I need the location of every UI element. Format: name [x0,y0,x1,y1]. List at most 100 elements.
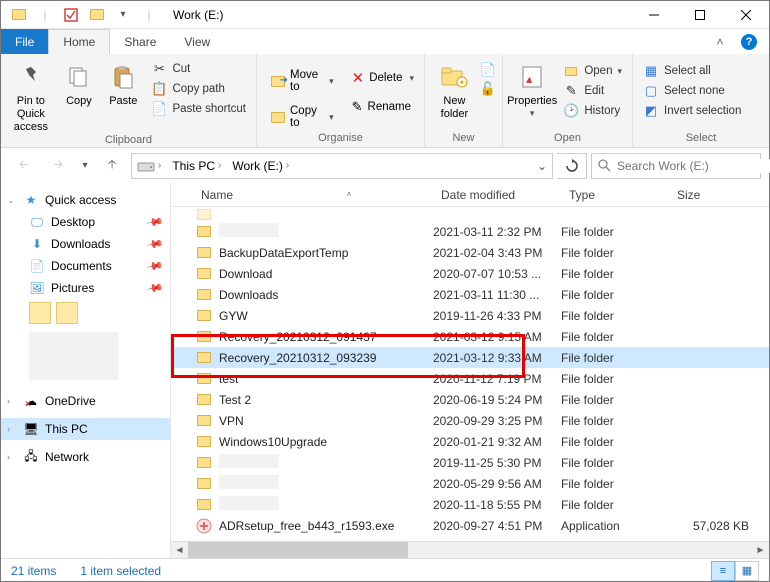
folder-icon [195,371,213,387]
help-button[interactable]: ? [729,29,769,54]
pinned-folder-icon[interactable] [56,302,78,324]
table-row[interactable]: test2020-11-12 7:19 PMFile folder [171,368,769,389]
group-organise: ➜Move to▾ Copy to▾ ✕Delete▾ ✎Rename Orga… [257,54,425,147]
table-row[interactable]: 2020-05-29 9:56 AMFile folder [171,473,769,494]
quick-access-toolbar: | ▾ | [1,5,159,25]
group-select: ▦Select all ▢Select none ◩Invert selecti… [633,54,769,147]
paste-shortcut-button[interactable]: 📄Paste shortcut [151,101,246,117]
rename-icon: ✎ [352,99,363,115]
nav-pictures[interactable]: 🖼Pictures📌 [1,277,170,299]
close-button[interactable] [723,1,769,29]
file-type: File folder [561,351,669,365]
paste-button[interactable]: Paste [101,57,145,108]
ribbon-collapse-icon[interactable]: ˄ [711,29,729,54]
back-button[interactable]: 🡠 [9,153,39,179]
file-type: File folder [561,477,669,491]
nav-network[interactable]: ›🖧Network [1,446,170,468]
table-row[interactable]: Recovery_20210312_0932392021-03-12 9:33 … [171,347,769,368]
minimize-button[interactable] [631,1,677,29]
table-row[interactable]: Windows10Upgrade2020-01-21 9:32 AMFile f… [171,431,769,452]
folder-icon [195,434,213,450]
table-row[interactable]: 2020-11-18 5:55 PMFile folder [171,494,769,515]
new-folder-button[interactable]: ✦ New folder [429,57,480,121]
copy-to-icon [271,112,285,123]
qat-sep2: | [139,5,159,25]
table-row[interactable] [171,207,769,221]
table-row[interactable]: 2021-03-11 2:32 PMFile folder [171,221,769,242]
table-row[interactable]: Download2020-07-07 10:53 ...File folder [171,263,769,284]
horizontal-scrollbar[interactable]: ◄ ► [171,541,769,558]
pin-icon: 📌 [146,213,165,232]
pin-to-quick-access-button[interactable]: Pin to Quick access [5,57,57,134]
file-date: 2021-03-11 2:32 PM [433,225,561,239]
table-row[interactable]: BackupDataExportTemp2021-02-04 3:43 PMFi… [171,242,769,263]
move-to-button[interactable]: ➜Move to▾ [265,67,340,95]
column-size[interactable]: Size [671,188,751,202]
cut-button[interactable]: ✂Cut [151,61,246,77]
properties-icon[interactable] [61,5,81,25]
column-name[interactable]: Name˄ [195,188,435,202]
scroll-left-icon[interactable]: ◄ [171,542,188,559]
maximize-button[interactable] [677,1,723,29]
new-item-icon[interactable]: 📄 [480,62,496,78]
table-row[interactable]: VPN2020-09-29 3:25 PMFile folder [171,410,769,431]
search-box[interactable] [591,153,761,179]
copy-button[interactable]: Copy [57,57,101,108]
nav-documents[interactable]: 📄Documents📌 [1,255,170,277]
table-row[interactable]: Recovery_20210312_0914372021-03-12 9:15 … [171,326,769,347]
properties-button[interactable]: Properties ▾ [507,57,557,119]
nav-downloads[interactable]: ⬇Downloads📌 [1,233,170,255]
address-dropdown-icon[interactable]: ⌄ [532,154,552,178]
recent-locations-icon[interactable]: ▾ [77,153,93,179]
up-button[interactable]: 🡡 [97,153,127,179]
forward-button[interactable]: 🡢 [43,153,73,179]
table-row[interactable]: ADRsetup_free_b443_r1593.exe2020-09-27 4… [171,515,769,536]
search-input[interactable] [617,159,770,173]
tab-share[interactable]: Share [110,29,170,54]
breadcrumb-thispc[interactable]: This PC› [169,154,227,178]
invert-selection-button[interactable]: ◩Invert selection [643,103,741,119]
table-row[interactable]: Downloads2021-03-11 11:30 ...File folder [171,284,769,305]
status-bar: 21 items 1 item selected ≡ ▦ [1,558,769,582]
tab-view[interactable]: View [170,29,224,54]
file-name: Download [219,267,433,281]
copy-path-button[interactable]: 📋Copy path [151,81,246,97]
tab-file[interactable]: File [1,29,48,54]
nav-this-pc[interactable]: ›🖥This PC [1,418,170,440]
rename-button[interactable]: ✎Rename [346,97,420,117]
paste-shortcut-icon: 📄 [151,101,167,117]
qat-dropdown-icon[interactable]: ▾ [113,5,133,25]
breadcrumb-work[interactable]: Work (E:)› [229,154,295,178]
details-view-button[interactable]: ≡ [711,561,735,581]
column-type[interactable]: Type [563,188,671,202]
select-all-button[interactable]: ▦Select all [643,63,741,79]
select-none-button[interactable]: ▢Select none [643,83,741,99]
scroll-thumb[interactable] [188,542,408,558]
scroll-right-icon[interactable]: ► [752,542,769,559]
pinned-folder-icon[interactable] [29,302,51,324]
table-row[interactable]: Test 22020-06-19 5:24 PMFile folder [171,389,769,410]
refresh-button[interactable] [557,153,587,179]
column-date[interactable]: Date modified [435,188,563,202]
delete-button[interactable]: ✕Delete▾ [346,67,420,89]
downloads-icon: ⬇ [29,236,45,252]
nav-desktop[interactable]: 🖵Desktop📌 [1,211,170,233]
edit-button[interactable]: ✎Edit [563,83,622,99]
copy-to-button[interactable]: Copy to▾ [265,103,340,131]
pin-icon: 📌 [146,235,165,254]
drive-icon[interactable]: › [134,154,167,178]
tab-home[interactable]: Home [48,29,110,54]
file-list[interactable]: 2021-03-11 2:32 PMFile folderBackupDataE… [171,207,769,541]
breadcrumb[interactable]: › This PC› Work (E:)› ⌄ [131,153,553,179]
easy-access-icon[interactable]: 🔓 [480,81,496,97]
thumbnails-view-button[interactable]: ▦ [735,561,759,581]
file-name: Downloads [219,288,433,302]
nav-quick-access[interactable]: ⌄★Quick access [1,189,170,211]
open-button[interactable]: Open▾ [563,63,622,79]
history-button[interactable]: 🕑History [563,103,622,119]
scroll-track[interactable] [188,542,752,558]
window-controls [631,1,769,29]
table-row[interactable]: GYW2019-11-26 4:33 PMFile folder [171,305,769,326]
nav-onedrive[interactable]: ›☁✕OneDrive [1,390,170,412]
table-row[interactable]: 2019-11-25 5:30 PMFile folder [171,452,769,473]
